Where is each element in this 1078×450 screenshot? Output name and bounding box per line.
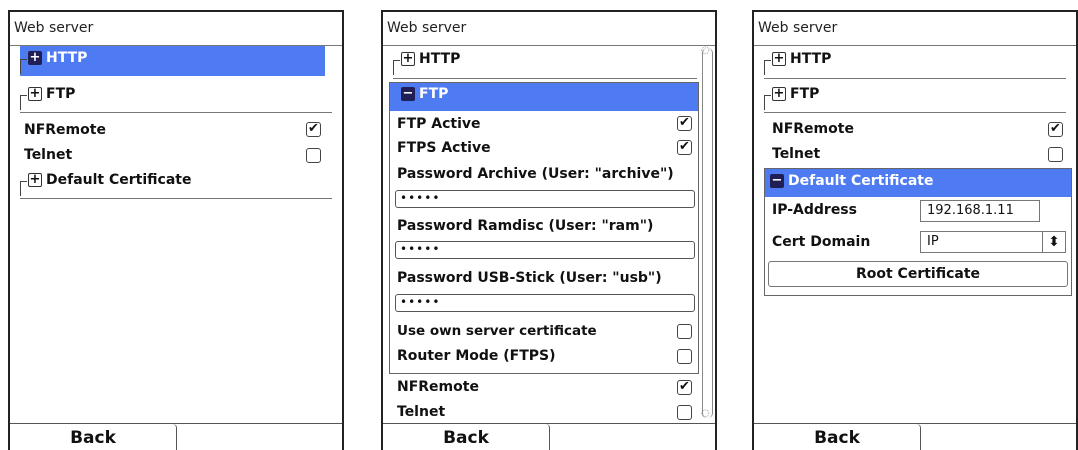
plus-icon[interactable]: +	[28, 173, 42, 187]
telnet-checkbox[interactable]	[677, 405, 692, 420]
softkey-right[interactable]	[550, 424, 715, 450]
pw-archive-input[interactable]: •••••	[395, 190, 695, 208]
softkey-right[interactable]	[921, 424, 1076, 450]
softkey-right[interactable]	[177, 424, 342, 450]
tree-bracket	[393, 60, 400, 75]
nfremote-checkbox[interactable]: ✔	[1048, 122, 1063, 137]
router-mode-label: Router Mode (FTPS)	[397, 348, 556, 364]
group-cert-label: Default Certificate	[46, 172, 192, 188]
bottom-bar: Back	[754, 423, 1076, 450]
minus-icon[interactable]: −	[401, 87, 415, 101]
group-ftp[interactable]: + FTP	[764, 84, 1064, 114]
updown-icon[interactable]: ⬍	[1042, 232, 1065, 252]
plus-icon[interactable]: +	[772, 52, 786, 66]
tree-bracket	[20, 59, 27, 74]
ip-address-label: IP-Address	[772, 202, 857, 218]
web-server-screen-2: Web server + HTTP − FTP FTP Active ✔ FTP…	[381, 10, 717, 450]
own-cert-checkbox[interactable]	[677, 324, 692, 339]
pw-ramdisc-label: Password Ramdisc (User: "ram")	[397, 218, 654, 234]
group-ftp-label: FTP	[790, 86, 820, 102]
plus-icon[interactable]: +	[28, 51, 42, 65]
back-button[interactable]: Back	[754, 424, 921, 450]
router-mode-checkbox[interactable]	[677, 349, 692, 364]
group-cert-label: Default Certificate	[788, 173, 934, 189]
ftps-active-checkbox[interactable]: ✔	[677, 140, 692, 155]
nfremote-label: NFRemote	[24, 122, 106, 138]
title-divider	[754, 45, 1076, 46]
screen-title: Web server	[387, 20, 467, 36]
plus-icon[interactable]: +	[28, 87, 42, 101]
nfremote-label: NFRemote	[397, 379, 479, 395]
web-server-screen-1: Web server + HTTP + FTP NFRemote ✔ Telne…	[8, 10, 344, 450]
group-default-certificate[interactable]: + Default Certificate	[20, 170, 330, 200]
group-ftp[interactable]: + FTP	[20, 84, 320, 114]
group-http[interactable]: + HTTP	[393, 49, 693, 79]
tree-bracket	[764, 95, 771, 110]
cert-domain-value: IP	[927, 234, 939, 249]
divider	[764, 78, 1066, 79]
tree-bracket	[20, 181, 27, 196]
group-http-label: HTTP	[419, 51, 461, 67]
plus-icon[interactable]: +	[401, 52, 415, 66]
telnet-checkbox[interactable]	[1048, 147, 1063, 162]
own-cert-label: Use own server certificate	[397, 323, 597, 339]
scroll-down-icon[interactable]: ◌	[701, 408, 710, 419]
root-certificate-button[interactable]: Root Certificate	[768, 261, 1068, 287]
back-button[interactable]: Back	[10, 424, 177, 450]
scroll-up-icon[interactable]: ◌	[701, 45, 710, 56]
ftps-active-label: FTPS Active	[397, 140, 491, 156]
title-divider	[383, 45, 715, 46]
nfremote-checkbox[interactable]: ✔	[306, 122, 321, 137]
group-http[interactable]: + HTTP	[20, 48, 320, 78]
divider	[393, 78, 697, 79]
group-ftp-label: FTP	[46, 86, 76, 102]
ftp-active-label: FTP Active	[397, 116, 481, 132]
screen-title: Web server	[758, 20, 838, 36]
ip-address-input[interactable]: 192.168.1.11	[920, 200, 1040, 222]
cert-domain-select[interactable]: IP ⬍	[920, 231, 1066, 253]
group-ftp[interactable]: − FTP	[393, 84, 693, 114]
back-button[interactable]: Back	[383, 424, 550, 450]
bottom-bar: Back	[10, 423, 342, 450]
plus-icon[interactable]: +	[772, 87, 786, 101]
divider	[764, 112, 1066, 113]
web-server-screen-3: Web server + HTTP + FTP NFRemote ✔ Telne…	[752, 10, 1078, 450]
scrollbar[interactable]	[702, 48, 713, 418]
nfremote-checkbox[interactable]: ✔	[677, 380, 692, 395]
group-ftp-label: FTP	[419, 86, 449, 102]
pw-usb-label: Password USB-Stick (User: "usb")	[397, 270, 662, 286]
ftp-active-checkbox[interactable]: ✔	[677, 116, 692, 131]
bottom-bar: Back	[383, 423, 715, 450]
group-default-certificate[interactable]: − Default Certificate	[768, 171, 1068, 201]
divider	[20, 112, 332, 113]
telnet-checkbox[interactable]	[306, 148, 321, 163]
pw-ramdisc-input[interactable]: •••••	[395, 241, 695, 259]
telnet-label: Telnet	[397, 404, 446, 420]
telnet-label: Telnet	[772, 146, 821, 162]
group-http[interactable]: + HTTP	[764, 49, 1064, 79]
divider	[20, 198, 332, 199]
pw-usb-input[interactable]: •••••	[395, 294, 695, 312]
nfremote-label: NFRemote	[772, 121, 854, 137]
group-http-label: HTTP	[46, 50, 88, 66]
minus-icon[interactable]: −	[770, 174, 784, 188]
group-http-label: HTTP	[790, 51, 832, 67]
tree-bracket	[764, 60, 771, 75]
telnet-label: Telnet	[24, 147, 73, 163]
screen-title: Web server	[14, 20, 94, 36]
tree-bracket	[20, 95, 27, 110]
pw-archive-label: Password Archive (User: "archive")	[397, 166, 674, 182]
cert-domain-label: Cert Domain	[772, 234, 871, 250]
